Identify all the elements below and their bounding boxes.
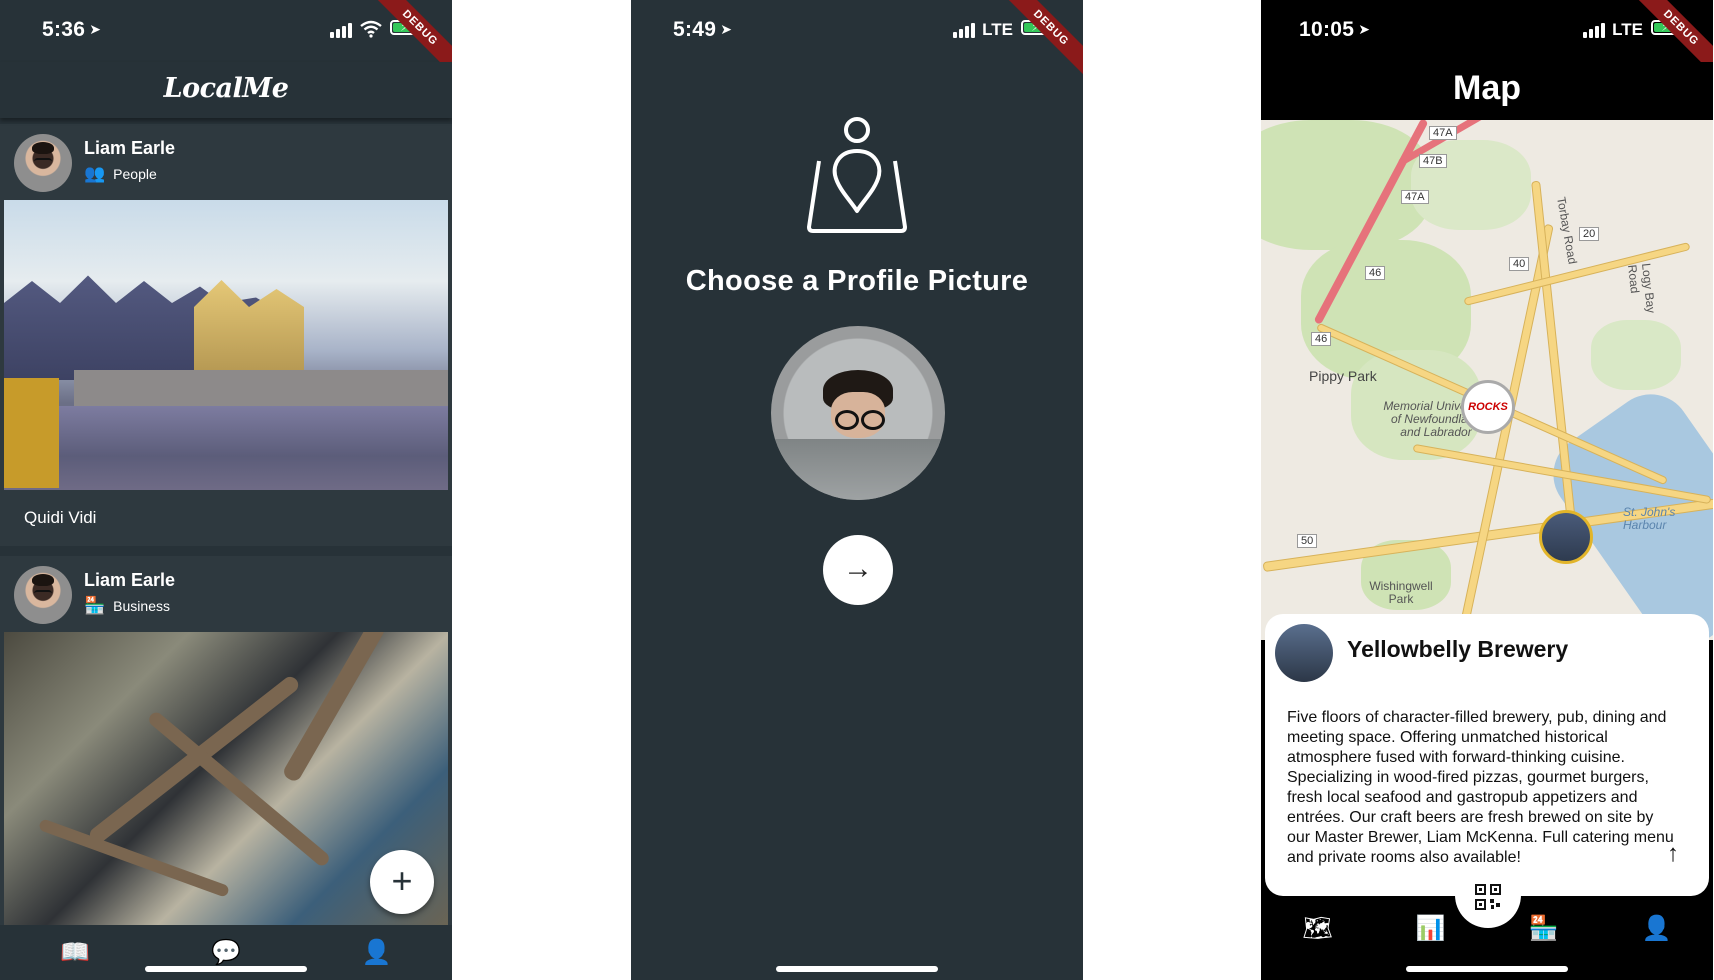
chart-icon[interactable]: 📊: [1401, 914, 1461, 943]
post-caption: Quidi Vidi: [24, 508, 97, 527]
road-shield: 46: [1365, 266, 1386, 280]
map-label: Pippy Park: [1309, 368, 1377, 384]
signal-icon: [1583, 22, 1609, 38]
road-shield: 40: [1509, 257, 1530, 271]
map-label: St. John's Harbour: [1623, 505, 1676, 532]
person-icon[interactable]: 👤: [1627, 914, 1687, 943]
status-time: 5:49 ➤: [673, 18, 733, 41]
road-shield: 20: [1579, 227, 1600, 241]
signal-icon: [953, 22, 979, 38]
road-shield: 47A: [1401, 190, 1429, 204]
road-shield: 47A: [1429, 126, 1457, 140]
qr-code-button[interactable]: [1455, 862, 1521, 928]
chat-icon[interactable]: 💬: [201, 938, 251, 967]
home-indicator[interactable]: [1406, 966, 1568, 972]
arrow-right-icon: →: [843, 552, 873, 585]
status-bar: 10:05➤ LTE ⚡ DEBUG: [1261, 0, 1713, 85]
page-title: Choose a Profile Picture: [685, 265, 1029, 297]
post-author[interactable]: Liam Earle: [84, 138, 175, 159]
feed-screen: 5:36➤ ⚡ DEBUG LocalMe Liam Earle 👥 Peopl…: [0, 0, 452, 980]
place-avatar: [1275, 624, 1333, 682]
map-marker[interactable]: ROCKS: [1461, 380, 1515, 434]
status-time: 10:05 ➤: [1299, 18, 1371, 41]
store-icon[interactable]: 🏪: [1514, 914, 1574, 943]
people-icon: 👥: [84, 164, 106, 183]
map-book-icon[interactable]: 📖: [50, 938, 100, 967]
profile-picture-preview[interactable]: [771, 326, 945, 500]
map-marker-selected[interactable]: [1539, 510, 1593, 564]
post-card[interactable]: Liam Earle 👥 People Quidi Vidi: [0, 124, 452, 546]
marker-label: ROCKS: [1468, 401, 1508, 413]
profile-picture-screen: 5:49➤ LTE ⚡ DEBUG Choose a Profile Pictu…: [631, 0, 1083, 980]
next-button[interactable]: →: [823, 535, 893, 605]
post-author[interactable]: Liam Earle: [84, 570, 175, 591]
place-name: Yellowbelly Brewery: [1347, 636, 1569, 662]
post-type-label: People: [113, 166, 157, 182]
signal-icon: [330, 22, 356, 38]
map-view[interactable]: 47A 47B 47A 20 40 46 46 50 Pippy Park Me…: [1261, 120, 1713, 640]
location-arrow-icon: ➤: [89, 21, 102, 37]
wifi-icon: [360, 20, 382, 38]
network-label: LTE: [982, 20, 1013, 39]
post-header: Liam Earle 🏪 Business: [0, 556, 452, 632]
avatar[interactable]: [14, 134, 72, 192]
road-shield: 46: [1311, 332, 1332, 346]
map-icon[interactable]: 🗺: [1288, 914, 1348, 943]
arrow-up-icon[interactable]: ↑: [1667, 840, 1679, 868]
app-bar: LocalMe: [0, 62, 452, 118]
network-label: LTE: [1612, 20, 1643, 39]
add-post-button[interactable]: +: [370, 850, 434, 914]
location-arrow-icon: ➤: [1358, 21, 1371, 37]
post-feed[interactable]: Liam Earle 👥 People Quidi Vidi Liam Earl…: [0, 124, 452, 925]
map-label: Torbay Road: [1554, 195, 1580, 266]
post-photo[interactable]: [4, 200, 448, 490]
home-indicator[interactable]: [145, 966, 307, 972]
app-logo: LocalMe: [163, 73, 289, 104]
home-indicator[interactable]: [776, 966, 938, 972]
post-type: 👥 People: [84, 164, 157, 184]
place-description: Five floors of character-filled brewery,…: [1287, 709, 1674, 866]
place-detail-card[interactable]: Yellowbelly Brewery Five floors of chara…: [1265, 614, 1709, 896]
store-icon: 🏪: [84, 596, 106, 615]
qr-code-icon: [1475, 884, 1501, 911]
status-bar: 5:49➤ LTE ⚡ DEBUG: [631, 0, 1083, 85]
person-icon[interactable]: 👤: [352, 938, 402, 967]
post-header: Liam Earle 👥 People: [0, 124, 452, 200]
debug-banner: DEBUG: [994, 0, 1083, 85]
road-shield: 47B: [1419, 154, 1447, 168]
map-label: Wishingwell Park: [1369, 579, 1433, 606]
profile-location-icon: [807, 117, 907, 233]
post-type: 🏪 Business: [84, 596, 170, 616]
status-time: 5:36 ➤: [42, 18, 102, 41]
page-title: Map: [1261, 62, 1713, 120]
status-bar: 5:36➤ ⚡ DEBUG: [0, 0, 452, 85]
map-screen: 10:05➤ LTE ⚡ DEBUG Map 47A 47B 47A 20 40…: [1261, 0, 1713, 980]
post-type-label: Business: [113, 598, 170, 614]
road-shield: 50: [1297, 534, 1318, 548]
location-arrow-icon: ➤: [720, 21, 733, 37]
avatar[interactable]: [14, 566, 72, 624]
